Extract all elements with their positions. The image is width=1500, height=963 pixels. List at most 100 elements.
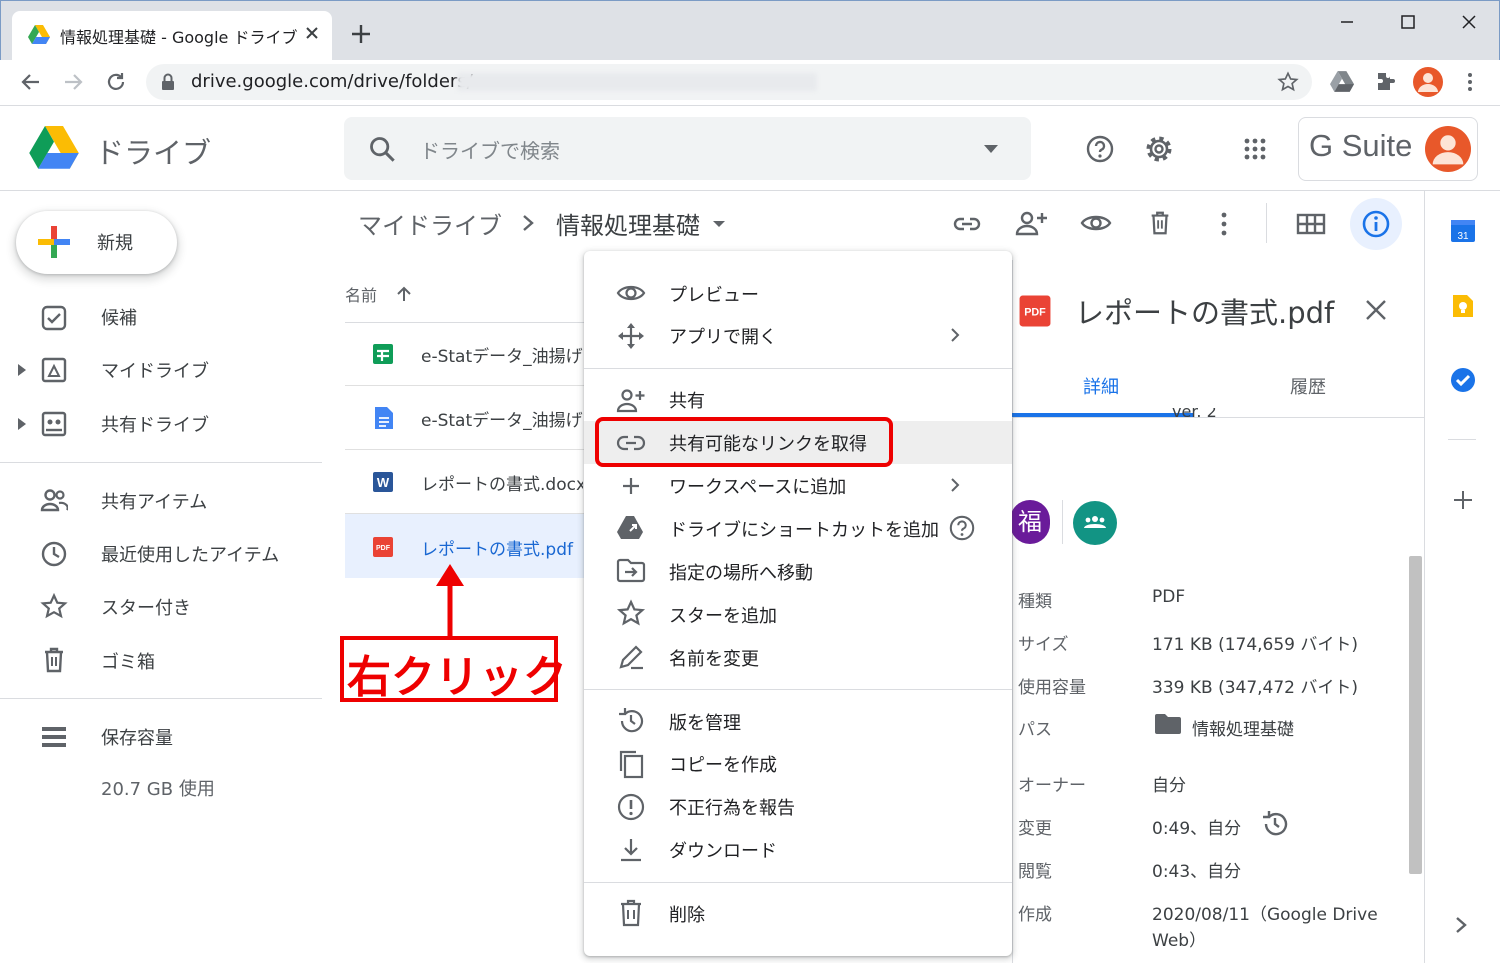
back-icon[interactable] bbox=[19, 70, 43, 94]
url-text[interactable]: drive.google.com/drive/folders/ bbox=[191, 71, 473, 92]
browser-tab[interactable]: 情報処理基礎 - Google ドライブ bbox=[12, 11, 332, 60]
account-avatar-icon[interactable] bbox=[1425, 126, 1471, 172]
delete-trash-icon bbox=[621, 899, 641, 927]
apps-grid-icon[interactable] bbox=[1243, 137, 1267, 161]
search-input[interactable]: ドライブで検索 bbox=[420, 135, 560, 164]
docs-file-icon bbox=[375, 407, 393, 429]
shared-drive-icon bbox=[41, 411, 67, 437]
expand-arrow-icon[interactable] bbox=[17, 417, 27, 431]
file-name: レポートの書式.docx bbox=[421, 475, 583, 495]
menu-divider bbox=[584, 882, 1012, 883]
grid-view-icon[interactable] bbox=[1296, 212, 1326, 236]
search-icon[interactable] bbox=[368, 135, 396, 163]
sidebar-item-shared-with-me[interactable]: 共有アイテム bbox=[101, 488, 207, 514]
toolbar-divider bbox=[1266, 203, 1267, 243]
sidebar-item-my-drive[interactable]: マイドライブ bbox=[101, 357, 209, 383]
breadcrumb-current-folder[interactable]: 情報処理基礎 bbox=[556, 206, 700, 241]
svg-text:PDF: PDF bbox=[376, 545, 391, 552]
menu-item-share[interactable]: 共有 bbox=[669, 387, 705, 413]
help-icon[interactable] bbox=[948, 514, 976, 542]
new-tab-icon[interactable] bbox=[350, 23, 372, 45]
sidebar-item-shared-drives[interactable]: 共有ドライブ bbox=[101, 411, 209, 437]
download-icon bbox=[621, 839, 641, 862]
more-actions-icon[interactable] bbox=[1214, 210, 1234, 238]
menu-item-preview[interactable]: プレビュー bbox=[669, 281, 759, 307]
help-icon[interactable] bbox=[1085, 134, 1115, 164]
preview-eye-icon[interactable] bbox=[1080, 212, 1112, 234]
rename-pencil-icon bbox=[619, 645, 643, 670]
add-addon-plus-icon[interactable] bbox=[1452, 489, 1474, 511]
details-scrollbar[interactable] bbox=[1409, 556, 1422, 874]
close-window-icon[interactable] bbox=[1457, 10, 1481, 34]
menu-item-open-with[interactable]: アプリで開く bbox=[669, 323, 777, 349]
calendar-icon[interactable]: 31 bbox=[1450, 217, 1476, 243]
submenu-chevron-icon bbox=[951, 328, 960, 342]
gsuite-label: G Suite bbox=[1309, 128, 1413, 163]
menu-item-add-shortcut[interactable]: ドライブにショートカットを追加 bbox=[669, 516, 939, 542]
version-history-icon[interactable] bbox=[1260, 809, 1290, 839]
browser-menu-icon[interactable] bbox=[1460, 70, 1480, 94]
annotation-arrow-icon bbox=[436, 564, 464, 638]
menu-item-move-to[interactable]: 指定の場所へ移動 bbox=[669, 559, 813, 585]
delete-trash-icon[interactable] bbox=[1147, 208, 1173, 238]
name-column-header[interactable]: 名前 bbox=[345, 282, 377, 306]
info-icon[interactable] bbox=[1361, 209, 1391, 239]
menu-item-make-copy[interactable]: コピーを作成 bbox=[669, 751, 777, 777]
menu-item-rename[interactable]: 名前を変更 bbox=[669, 645, 759, 671]
report-abuse-icon bbox=[617, 793, 645, 821]
submenu-chevron-icon bbox=[951, 478, 960, 492]
menu-item-download[interactable]: ダウンロード bbox=[669, 837, 777, 863]
tab-details[interactable]: 詳細 bbox=[1083, 373, 1119, 399]
close-details-icon[interactable] bbox=[1364, 298, 1388, 322]
drive-logo-icon[interactable] bbox=[28, 126, 80, 171]
drive-extension-icon[interactable] bbox=[1330, 71, 1354, 93]
sidebar-item-recent[interactable]: 最近使用したアイテム bbox=[101, 541, 279, 567]
sort-ascending-arrow-icon[interactable] bbox=[395, 285, 413, 303]
sidebar-item-suggested[interactable]: 候補 bbox=[101, 304, 137, 330]
sidebar-item-starred[interactable]: スター付き bbox=[101, 594, 191, 620]
shared-group-icon[interactable] bbox=[1073, 501, 1117, 545]
bookmark-star-icon[interactable] bbox=[1277, 71, 1299, 93]
tab-activity[interactable]: 履歴 bbox=[1290, 373, 1326, 399]
menu-item-add-star[interactable]: スターを追加 bbox=[669, 602, 777, 628]
folder-icon bbox=[1155, 714, 1181, 734]
reload-icon[interactable] bbox=[104, 70, 128, 94]
settings-gear-icon[interactable] bbox=[1143, 133, 1175, 165]
tasks-icon[interactable] bbox=[1450, 367, 1476, 393]
keep-icon[interactable] bbox=[1451, 293, 1475, 319]
detail-value-path[interactable]: 情報処理基礎 bbox=[1192, 715, 1294, 740]
version-label: ver. 2 bbox=[1172, 408, 1217, 420]
star-icon bbox=[616, 599, 646, 626]
folder-dropdown-icon[interactable] bbox=[712, 220, 726, 228]
sidebar-item-trash[interactable]: ゴミ箱 bbox=[101, 648, 155, 674]
sidebar-item-storage[interactable]: 保存容量 bbox=[101, 724, 173, 750]
people-icon bbox=[40, 489, 68, 512]
detail-value-owner: 自分 bbox=[1152, 776, 1186, 796]
detail-key-owner: オーナー bbox=[1018, 776, 1086, 796]
maximize-icon[interactable] bbox=[1396, 10, 1420, 34]
expand-rail-chevron-icon[interactable] bbox=[1454, 915, 1468, 935]
get-link-icon[interactable] bbox=[952, 211, 982, 237]
brand-title[interactable]: ドライブ bbox=[95, 130, 211, 172]
tab-title: 情報処理基礎 - Google ドライブ bbox=[60, 28, 298, 47]
menu-item-add-to-workspace[interactable]: ワークスペースに追加 bbox=[669, 473, 846, 499]
avatar-divider bbox=[1062, 500, 1063, 544]
expand-arrow-icon[interactable] bbox=[17, 363, 27, 377]
menu-item-report-abuse[interactable]: 不正行為を報告 bbox=[669, 794, 795, 820]
svg-text:W: W bbox=[377, 475, 390, 490]
share-add-person-icon[interactable] bbox=[1015, 208, 1049, 238]
breadcrumb-my-drive[interactable]: マイドライブ bbox=[358, 206, 502, 241]
manage-versions-icon bbox=[619, 708, 644, 733]
menu-item-manage-versions[interactable]: 版を管理 bbox=[669, 709, 741, 735]
search-options-dropdown-icon[interactable] bbox=[983, 144, 999, 154]
context-menu bbox=[584, 251, 1012, 956]
forward-icon[interactable] bbox=[61, 70, 85, 94]
detail-value-storage: 339 KB (347,472 バイト) bbox=[1152, 678, 1359, 698]
close-tab-icon[interactable] bbox=[302, 23, 322, 43]
profile-avatar-icon[interactable] bbox=[1413, 67, 1443, 97]
menu-item-delete[interactable]: 削除 bbox=[669, 901, 705, 927]
owner-avatar[interactable]: 福 bbox=[1010, 500, 1050, 544]
svg-text:PDF: PDF bbox=[1024, 307, 1046, 319]
extensions-puzzle-icon[interactable] bbox=[1373, 70, 1397, 94]
minimize-icon[interactable] bbox=[1335, 10, 1359, 34]
